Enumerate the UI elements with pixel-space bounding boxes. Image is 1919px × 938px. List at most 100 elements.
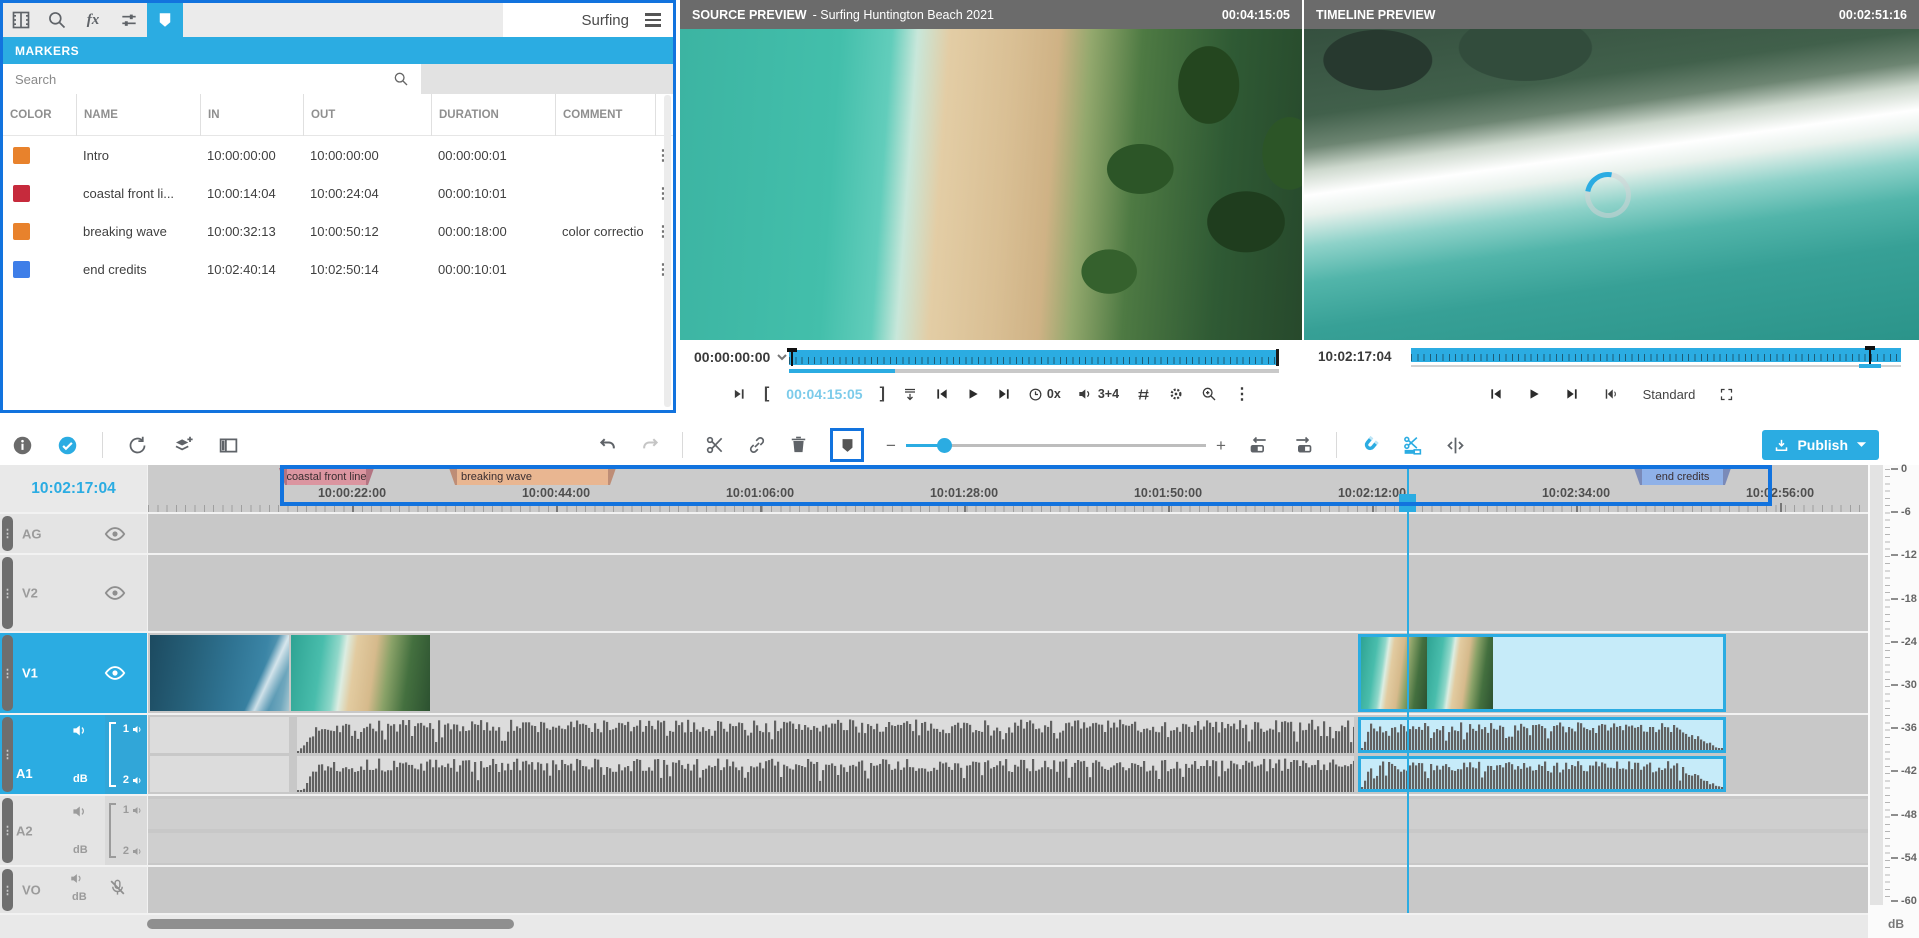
marker-table-row[interactable]: breaking wave 10:00:32:13 10:00:50:12 00… — [3, 212, 673, 250]
redo-icon[interactable] — [640, 435, 660, 455]
fullscreen-icon[interactable] — [1719, 387, 1734, 402]
speaker-icon[interactable] — [70, 872, 85, 885]
selected-audio-clip[interactable] — [1358, 756, 1726, 792]
zoom-slider-thumb[interactable] — [937, 438, 952, 453]
jump-to-mark-icon[interactable] — [732, 387, 747, 401]
selected-video-clip[interactable] — [1358, 634, 1726, 712]
timeline-marker-chip[interactable]: end credits — [1634, 468, 1731, 485]
zoom-slider-track[interactable] — [906, 444, 1206, 447]
track-lane-ag[interactable] — [148, 514, 1868, 553]
next-frame-button[interactable] — [997, 387, 1011, 401]
markers-scrollbar[interactable] — [664, 95, 671, 407]
microphone-muted-icon[interactable] — [108, 878, 127, 897]
track-lane-vo[interactable] — [148, 867, 1868, 913]
zoom-out-minus[interactable]: − — [886, 437, 896, 454]
marker-color-swatch[interactable] — [13, 261, 30, 278]
insert-icon[interactable] — [902, 387, 918, 402]
hamburger-menu-icon[interactable] — [645, 13, 661, 27]
marker-table-row[interactable]: Intro 10:00:00:00 10:00:00:00 00:00:00:0… — [3, 136, 673, 174]
more-options-icon[interactable]: ⋮ — [1234, 384, 1250, 404]
track-drag-handle[interactable]: ⋮ — [2, 869, 13, 911]
timeline-marker-chip[interactable]: coastal front line — [279, 468, 374, 485]
channel-1-toggle[interactable]: 1 — [123, 804, 144, 816]
source-timecode-dropdown[interactable]: 00:00:00:00 — [694, 349, 787, 365]
search-input[interactable] — [3, 64, 421, 94]
marker-color-swatch[interactable] — [13, 185, 30, 202]
track-lane-v2[interactable] — [148, 555, 1868, 631]
info-icon[interactable] — [12, 435, 33, 456]
timeline-scrub-bar[interactable] — [1411, 348, 1901, 362]
ripple-right-icon[interactable] — [1292, 435, 1314, 455]
search-icon[interactable] — [393, 71, 409, 87]
match-frame-icon[interactable] — [1136, 387, 1151, 402]
timeline-video-viewport[interactable] — [1304, 29, 1919, 340]
tab-markers[interactable] — [147, 3, 183, 37]
db-gain-control[interactable]: dB — [73, 773, 88, 785]
speaker-icon[interactable] — [72, 723, 89, 738]
undo-icon[interactable] — [598, 435, 618, 455]
split-view-icon[interactable] — [218, 435, 239, 456]
settings-gear-icon[interactable] — [1168, 386, 1184, 402]
selected-audio-clip[interactable] — [1358, 717, 1726, 753]
channel-2-toggle[interactable]: 2 — [123, 774, 144, 786]
speaker-icon[interactable] — [72, 804, 89, 819]
cut-scissors-icon[interactable] — [705, 435, 725, 455]
track-header-v1[interactable]: ⋮ V1 — [0, 633, 147, 713]
source-video-viewport[interactable] — [680, 29, 1302, 340]
zoom-in-icon[interactable] — [1201, 386, 1217, 402]
eye-visibility-icon[interactable] — [104, 666, 126, 681]
razor-clip-icon[interactable] — [1402, 435, 1423, 456]
track-header-v2[interactable]: ⋮ V2 — [0, 555, 147, 631]
video-clip-thumbnail[interactable] — [150, 635, 289, 711]
previous-frame-button[interactable] — [935, 387, 949, 401]
marker-table-row[interactable]: end credits 10:02:40:14 10:02:50:14 00:0… — [3, 250, 673, 288]
tab-media-library[interactable] — [3, 3, 39, 37]
play-button[interactable] — [1527, 387, 1541, 401]
mark-in-bracket[interactable]: [ — [764, 385, 769, 403]
timeline-scrub-playhead[interactable] — [1869, 346, 1871, 364]
eye-visibility-icon[interactable] — [104, 526, 126, 541]
channel-1-toggle[interactable]: 1 — [123, 723, 144, 735]
audio-clip-silent[interactable] — [150, 756, 289, 792]
audio-scrub-icon[interactable] — [1603, 387, 1619, 401]
zoom-in-plus[interactable]: + — [1216, 437, 1226, 454]
snap-magnet-icon[interactable] — [1359, 435, 1380, 456]
audio-clip[interactable] — [297, 756, 1354, 792]
marker-color-swatch[interactable] — [13, 223, 30, 240]
track-drag-handle[interactable]: ⋮ — [2, 798, 13, 863]
track-header-a1[interactable]: ⋮ A1 dB 1 2 — [0, 715, 147, 794]
approve-check-icon[interactable] — [57, 435, 78, 456]
timeline-marker-chip[interactable]: breaking wave — [449, 468, 616, 485]
timeline-playhead-handle[interactable] — [1399, 494, 1416, 512]
track-drag-handle[interactable]: ⋮ — [2, 557, 13, 629]
track-lane-a1[interactable] — [148, 715, 1868, 794]
ripple-left-icon[interactable] — [1248, 435, 1270, 455]
playback-speed-control[interactable]: 0x — [1028, 387, 1061, 402]
audio-clip[interactable] — [297, 717, 1354, 753]
audio-channels-control[interactable]: 3+4 — [1078, 387, 1119, 401]
track-header-a2[interactable]: ⋮ A2 dB 1 2 — [0, 796, 147, 865]
db-gain-control[interactable]: dB — [73, 844, 88, 856]
delete-trash-icon[interactable] — [789, 435, 808, 455]
track-header-vo[interactable]: ⋮ VO dB — [0, 867, 147, 913]
quality-selector[interactable]: Standard — [1643, 387, 1696, 402]
horizontal-scrollbar[interactable] — [147, 919, 514, 929]
video-clip-thumbnail[interactable] — [291, 635, 430, 711]
channel-2-toggle[interactable]: 2 — [123, 845, 144, 857]
track-drag-handle[interactable]: ⋮ — [2, 717, 13, 792]
mark-out-bracket[interactable]: ] — [880, 385, 885, 403]
previous-frame-button[interactable] — [1489, 387, 1503, 401]
timeline-ruler[interactable]: 10:00:22:00 10:00:44:00 10:01:06:00 10:0… — [148, 465, 1868, 512]
add-marker-button[interactable] — [830, 428, 864, 462]
source-scrub-playhead[interactable] — [791, 348, 793, 366]
eye-visibility-icon[interactable] — [104, 586, 126, 601]
track-header-ag[interactable]: ⋮ AG — [0, 514, 147, 553]
marker-color-swatch[interactable] — [13, 147, 30, 164]
trim-tool-icon[interactable] — [1445, 435, 1466, 456]
link-icon[interactable] — [747, 435, 767, 455]
publish-dropdown-icon[interactable] — [1856, 441, 1867, 449]
db-gain-control[interactable]: dB — [72, 891, 87, 903]
tab-search[interactable] — [39, 3, 75, 37]
track-drag-handle[interactable]: ⋮ — [2, 516, 13, 551]
track-lane-v1[interactable] — [148, 633, 1868, 713]
